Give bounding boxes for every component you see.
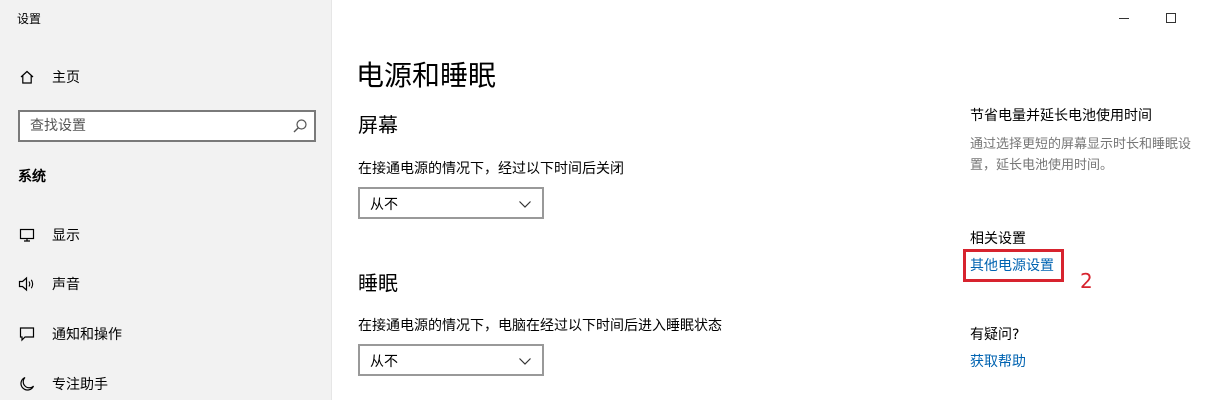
sleep-heading: 睡眠	[358, 271, 398, 295]
sidebar-item-label: 通知和操作	[52, 327, 122, 343]
sidebar-item-notifications[interactable]: 通知和操作	[0, 314, 332, 354]
sleep-timeout-dropdown[interactable]: 从不	[358, 344, 544, 376]
screen-description: 在接通电源的情况下，经过以下时间后关闭	[358, 161, 624, 177]
sidebar-item-label: 主页	[52, 70, 80, 86]
battery-tip-line: 置，延长电池使用时间。	[970, 158, 1114, 173]
minimize-icon	[1119, 18, 1129, 19]
dropdown-value: 从不	[370, 197, 398, 213]
maximize-button[interactable]	[1159, 8, 1183, 28]
screen-timeout-dropdown[interactable]: 从不	[358, 187, 544, 219]
annotation-number: 2	[1080, 269, 1093, 293]
battery-tip-text: 通过选择更短的屏幕显示时长和睡眠设 置，延长电池使用时间。	[970, 134, 1210, 176]
search-icon[interactable]	[292, 118, 308, 134]
settings-window: 设置 主页 系统 显示 声音	[0, 0, 1210, 400]
screen-heading: 屏幕	[358, 113, 398, 137]
app-title: 设置	[17, 12, 42, 26]
chevron-down-icon	[518, 353, 532, 367]
sidebar-item-focus-assist[interactable]: 专注助手	[0, 364, 332, 400]
battery-tip-heading: 节省电量并延长电池使用时间	[970, 108, 1152, 124]
help-heading: 有疑问?	[970, 327, 1020, 343]
sidebar: 设置 主页 系统 显示 声音	[0, 0, 332, 400]
sidebar-item-home[interactable]: 主页	[0, 57, 332, 97]
annotation-highlight-box	[963, 249, 1064, 282]
sleep-description: 在接通电源的情况下，电脑在经过以下时间后进入睡眠状态	[358, 318, 722, 334]
related-settings-heading: 相关设置	[970, 231, 1026, 247]
search-input[interactable]	[20, 112, 290, 140]
chevron-down-icon	[518, 196, 532, 210]
sidebar-item-label: 声音	[52, 277, 80, 293]
sidebar-item-display[interactable]: 显示	[0, 215, 332, 255]
dropdown-value: 从不	[370, 354, 398, 370]
speaker-icon	[18, 275, 36, 293]
search-box[interactable]	[18, 110, 316, 142]
minimize-button[interactable]	[1112, 8, 1136, 28]
section-label-system: 系统	[18, 169, 46, 185]
page-title: 电源和睡眠	[356, 59, 497, 92]
monitor-icon	[18, 226, 36, 244]
maximize-icon	[1166, 13, 1176, 23]
get-help-link[interactable]: 获取帮助	[970, 352, 1026, 372]
home-icon	[18, 68, 36, 86]
moon-icon	[18, 375, 36, 393]
sidebar-item-label: 显示	[52, 228, 80, 244]
sidebar-item-sound[interactable]: 声音	[0, 264, 332, 304]
notification-icon	[18, 325, 36, 343]
sidebar-item-label: 专注助手	[52, 377, 108, 393]
battery-tip-line: 通过选择更短的屏幕显示时长和睡眠设	[970, 137, 1192, 152]
